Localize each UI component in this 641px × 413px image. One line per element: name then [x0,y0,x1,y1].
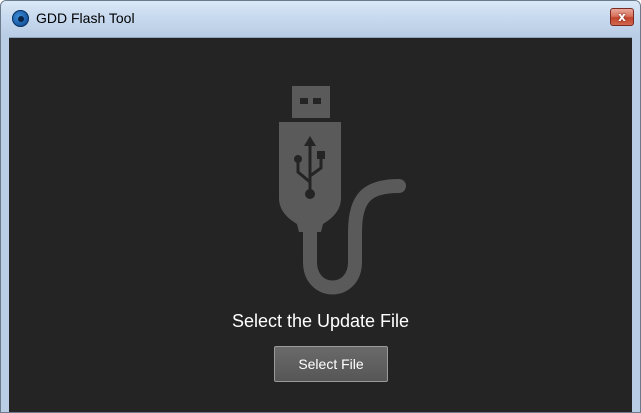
window-frame-right [632,36,640,412]
window-title: GDD Flash Tool [36,10,135,26]
usb-plug-pin-right [313,98,321,104]
window-frame-left [1,36,9,412]
select-update-file-heading: Select the Update File [231,311,410,331]
close-icon: x [618,10,626,24]
app-globe-icon [12,10,29,27]
client-area: Select the Update File Select File [9,37,632,412]
usb-plug-head [292,86,330,118]
title-bar[interactable]: GDD Flash Tool x [1,1,640,36]
select-file-button[interactable]: Select File [274,346,388,382]
usb-plug-pin-left [300,98,308,104]
usb-cable-icon [279,86,406,295]
app-window: GDD Flash Tool x Select the Update File … [0,0,641,413]
close-button[interactable]: x [610,8,634,26]
